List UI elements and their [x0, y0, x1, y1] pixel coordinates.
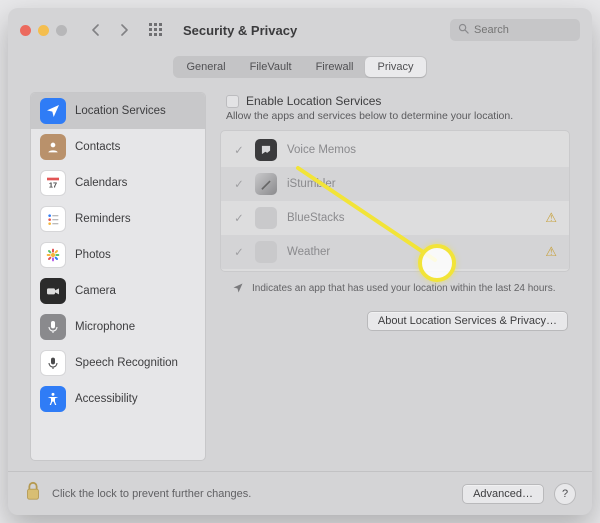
- hint-text: Indicates an app that has used your loca…: [252, 282, 556, 299]
- tab-general[interactable]: General: [174, 57, 237, 77]
- app-name: Weather: [287, 246, 330, 258]
- sidebar-item-label: Location Services: [75, 105, 166, 117]
- check-icon: ✓: [233, 143, 245, 157]
- app-name: BlueStacks: [287, 212, 345, 224]
- app-row: ✓ Weather ⚠︎: [221, 235, 569, 269]
- reminders-icon: [40, 206, 66, 232]
- calendar-icon: 17: [40, 170, 66, 196]
- location-arrow-icon: [232, 282, 244, 299]
- app-row: ✓ iStumbler: [221, 167, 569, 201]
- sidebar-item-label: Speech Recognition: [75, 357, 178, 369]
- sidebar-item-label: Camera: [75, 285, 116, 297]
- privacy-category-sidebar: Location Services Contacts 17 Calendars …: [30, 92, 206, 461]
- about-location-button[interactable]: About Location Services & Privacy…: [367, 311, 568, 331]
- sidebar-item-location-services[interactable]: Location Services: [31, 93, 205, 129]
- enable-location-row: Enable Location Services: [220, 92, 570, 108]
- app-permissions-list: ✓ Voice Memos ✓ iStumbler ✓ BlueS: [220, 130, 570, 272]
- sidebar-item-reminders[interactable]: Reminders: [31, 201, 205, 237]
- search-field[interactable]: [450, 19, 580, 41]
- enable-location-label: Enable Location Services: [246, 94, 381, 108]
- sidebar-item-camera[interactable]: Camera: [31, 273, 205, 309]
- zoom-window-button[interactable]: [56, 25, 67, 36]
- titlebar: Security & Privacy: [8, 8, 592, 52]
- contacts-icon: [40, 134, 66, 160]
- sidebar-item-label: Photos: [75, 249, 111, 261]
- search-input[interactable]: [474, 24, 572, 36]
- app-row: ✓ BlueStacks ⚠︎: [221, 201, 569, 235]
- window-title: Security & Privacy: [183, 23, 297, 38]
- speech-icon: [40, 350, 66, 376]
- content-area: Location Services Contacts 17 Calendars …: [8, 78, 592, 471]
- advanced-button[interactable]: Advanced…: [462, 484, 544, 504]
- app-row: ✓ Voice Memos: [221, 133, 569, 167]
- warning-icon: ⚠︎: [545, 210, 557, 226]
- camera-icon: [40, 278, 66, 304]
- sidebar-item-label: Reminders: [75, 213, 131, 225]
- app-icon: [255, 241, 277, 263]
- minimize-window-button[interactable]: [38, 25, 49, 36]
- footer: Click the lock to prevent further change…: [8, 471, 592, 515]
- photos-icon: [40, 242, 66, 268]
- app-icon: [255, 139, 277, 161]
- location-icon: [40, 98, 66, 124]
- svg-text:17: 17: [49, 181, 57, 190]
- app-name: Voice Memos: [287, 144, 356, 156]
- lock-icon[interactable]: [24, 481, 42, 506]
- tab-bar: General FileVault Firewall Privacy: [8, 56, 592, 78]
- tab-firewall[interactable]: Firewall: [304, 57, 366, 77]
- app-icon: [255, 173, 277, 195]
- search-icon: [458, 21, 469, 39]
- back-button[interactable]: [85, 19, 107, 41]
- check-icon: ✓: [233, 245, 245, 259]
- lock-text: Click the lock to prevent further change…: [52, 488, 251, 500]
- sidebar-item-speech-recognition[interactable]: Speech Recognition: [31, 345, 205, 381]
- enable-location-checkbox[interactable]: [226, 95, 239, 108]
- help-button[interactable]: ?: [554, 483, 576, 505]
- detail-pane: Enable Location Services Allow the apps …: [220, 92, 570, 461]
- warning-icon: ⚠︎: [545, 244, 557, 260]
- preferences-window: Security & Privacy General FileVault Fir…: [8, 8, 592, 515]
- sidebar-item-calendars[interactable]: 17 Calendars: [31, 165, 205, 201]
- tab-filevault[interactable]: FileVault: [238, 57, 304, 77]
- window-controls: [20, 25, 67, 36]
- tab-privacy[interactable]: Privacy: [365, 57, 425, 77]
- close-window-button[interactable]: [20, 25, 31, 36]
- app-icon: [255, 207, 277, 229]
- check-icon: ✓: [233, 211, 245, 225]
- sidebar-item-label: Calendars: [75, 177, 127, 189]
- app-name: iStumbler: [287, 178, 336, 190]
- forward-button[interactable]: [113, 19, 135, 41]
- enable-location-description: Allow the apps and services below to det…: [220, 108, 570, 130]
- accessibility-icon: [40, 386, 66, 412]
- sidebar-item-microphone[interactable]: Microphone: [31, 309, 205, 345]
- sidebar-item-contacts[interactable]: Contacts: [31, 129, 205, 165]
- sidebar-item-label: Contacts: [75, 141, 120, 153]
- sidebar-item-label: Accessibility: [75, 393, 138, 405]
- show-all-button[interactable]: [145, 19, 167, 41]
- microphone-icon: [40, 314, 66, 340]
- sidebar-item-accessibility[interactable]: Accessibility: [31, 381, 205, 417]
- check-icon: ✓: [233, 177, 245, 191]
- location-usage-hint: Indicates an app that has used your loca…: [220, 272, 570, 305]
- sidebar-item-label: Microphone: [75, 321, 135, 333]
- sidebar-item-photos[interactable]: Photos: [31, 237, 205, 273]
